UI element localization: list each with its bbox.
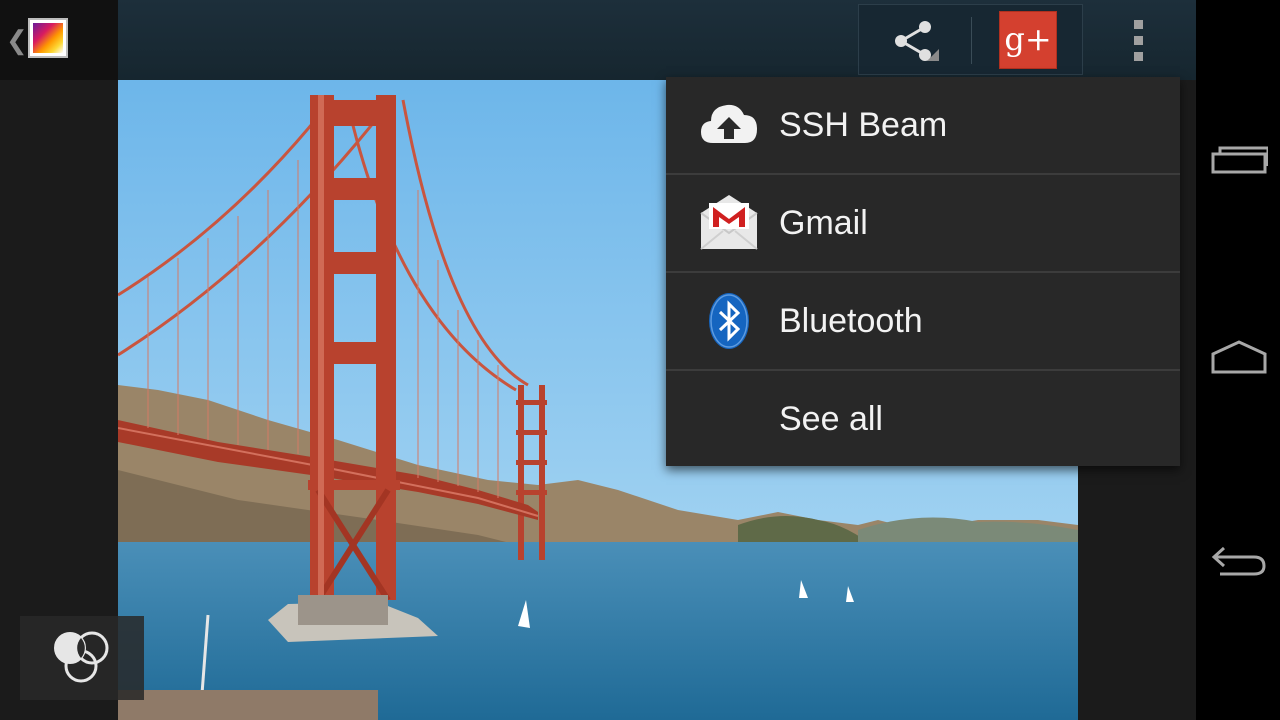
- action-bar: ❮ g+: [0, 0, 1196, 80]
- up-navigation-button[interactable]: ❮: [0, 0, 118, 80]
- overflow-menu-button[interactable]: [1110, 10, 1170, 70]
- gplus-label: g+: [1004, 20, 1052, 58]
- system-navigation-bar: [1196, 0, 1280, 720]
- share-button[interactable]: [859, 5, 969, 76]
- overflow-menu-icon: [1134, 20, 1143, 29]
- gallery-app: ❮ g+ SSH Beam Gmail Bluetooth See all: [0, 0, 1196, 720]
- home-icon: [1211, 340, 1267, 374]
- menu-item-gmail[interactable]: Gmail: [666, 175, 1180, 271]
- filters-icon: [54, 631, 109, 683]
- overflow-dot: [1134, 36, 1143, 45]
- share-divider: [971, 17, 972, 64]
- back-button[interactable]: [1196, 510, 1280, 610]
- gmail-icon: [700, 195, 758, 250]
- menu-item-ssh-beam[interactable]: SSH Beam: [666, 77, 1180, 173]
- google-plus-icon: g+: [999, 11, 1057, 69]
- menu-item-label: Bluetooth: [779, 302, 923, 340]
- filters-button[interactable]: [20, 616, 144, 700]
- chevron-left-icon: ❮: [6, 25, 28, 55]
- menu-item-label: SSH Beam: [779, 106, 948, 144]
- recent-apps-button[interactable]: [1196, 110, 1280, 210]
- google-plus-share-button[interactable]: g+: [999, 11, 1057, 69]
- bluetooth-icon: [709, 293, 749, 349]
- cloud-upload-icon: [701, 104, 757, 143]
- share-action-group: g+: [858, 4, 1083, 75]
- back-icon: [1211, 546, 1266, 576]
- menu-item-label: Gmail: [779, 204, 868, 242]
- menu-item-label: See all: [779, 400, 883, 438]
- menu-item-see-all[interactable]: See all: [666, 371, 1180, 467]
- menu-item-bluetooth[interactable]: Bluetooth: [666, 273, 1180, 369]
- share-menu: SSH Beam Gmail Bluetooth See all: [666, 77, 1180, 466]
- share-icon: [895, 21, 939, 61]
- overflow-dot: [1134, 52, 1143, 61]
- gallery-app-icon: [28, 18, 68, 58]
- recent-apps-icon: [1211, 146, 1268, 174]
- home-button[interactable]: [1196, 310, 1280, 410]
